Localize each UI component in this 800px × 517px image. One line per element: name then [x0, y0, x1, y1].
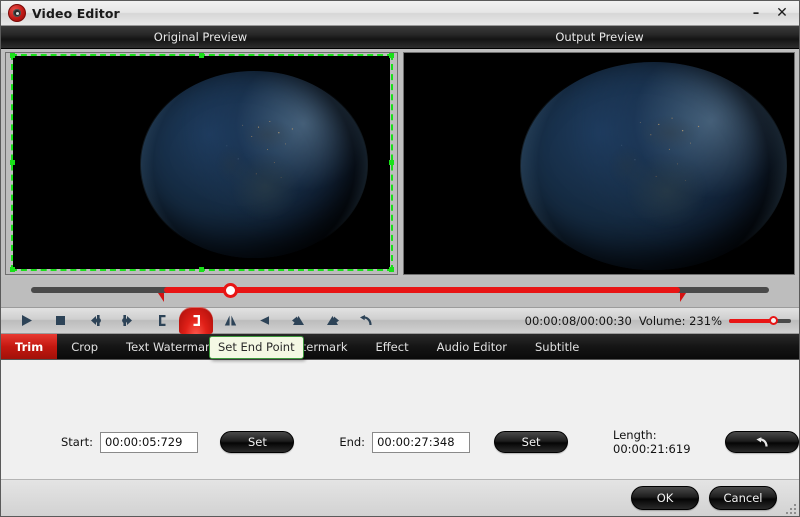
- rotate-left-icon[interactable]: [281, 307, 315, 334]
- preview-headers: Original Preview Output Preview: [1, 26, 799, 49]
- trim-panel: Start: Set End: Set Length: 00:00:21:619: [1, 360, 799, 480]
- volume-label: Volume: 231%: [639, 314, 722, 328]
- undo-arrow-icon: [754, 435, 771, 449]
- tooltip-set-end-point: Set End Point: [209, 336, 304, 359]
- cancel-button[interactable]: Cancel: [709, 486, 777, 510]
- start-label: Start:: [61, 435, 93, 449]
- window-title: Video Editor: [32, 6, 120, 21]
- output-preview-pane[interactable]: [403, 52, 796, 275]
- timeline-selection: [164, 287, 681, 293]
- toolbar-status-area: 00:00:08/00:00:30 Volume: 231%: [525, 314, 799, 328]
- earth-globe-original: [141, 71, 367, 258]
- stop-icon[interactable]: [43, 307, 77, 334]
- ok-button[interactable]: OK: [631, 486, 699, 510]
- close-button[interactable]: ✕: [769, 1, 795, 25]
- rotate-right-icon[interactable]: [315, 307, 349, 334]
- timeline-track[interactable]: [31, 287, 769, 293]
- timeline[interactable]: [1, 277, 799, 307]
- resize-grip[interactable]: [784, 502, 796, 514]
- tab-audio-editor[interactable]: Audio Editor: [423, 334, 521, 359]
- dialog-footer: OK Cancel: [1, 480, 799, 516]
- earth-globe-output: [521, 62, 787, 270]
- playback-toolbar: 00:00:08/00:00:30 Volume: 231%: [1, 307, 799, 334]
- previous-frame-icon[interactable]: [77, 307, 111, 334]
- end-label: End:: [339, 435, 365, 449]
- flip-vertical-icon[interactable]: [213, 307, 247, 334]
- set-start-button[interactable]: Set: [220, 431, 294, 453]
- landmass-overlay-output: [521, 62, 787, 270]
- reset-icon[interactable]: [349, 307, 383, 334]
- trim-controls-row: Start: Set End: Set Length: 00:00:21:619: [1, 428, 799, 456]
- film-reel-icon: [8, 4, 26, 22]
- tab-trim[interactable]: Trim: [1, 334, 57, 359]
- output-video-frame: [404, 53, 795, 274]
- reset-trim-button[interactable]: [725, 431, 799, 453]
- tab-effect[interactable]: Effect: [361, 334, 422, 359]
- set-end-point-icon[interactable]: [179, 307, 213, 334]
- trim-end-marker[interactable]: [680, 293, 686, 302]
- set-start-point-icon[interactable]: [145, 307, 179, 334]
- original-preview-label: Original Preview: [1, 26, 400, 48]
- tab-crop[interactable]: Crop: [57, 334, 112, 359]
- length-display: Length: 00:00:21:619: [613, 428, 713, 456]
- time-display: 00:00:08/00:00:30: [525, 314, 632, 328]
- preview-panes: [1, 49, 799, 277]
- editor-tab-bar: Trim Crop Text Watermark Image Watermark…: [1, 334, 799, 360]
- trim-start-marker[interactable]: [158, 293, 164, 302]
- next-frame-icon[interactable]: [111, 307, 145, 334]
- landmass-overlay: [141, 71, 367, 258]
- volume-slider[interactable]: [729, 314, 791, 328]
- start-time-input[interactable]: [100, 432, 198, 453]
- play-icon[interactable]: [9, 307, 43, 334]
- volume-knob[interactable]: [769, 316, 778, 325]
- flip-horizontal-icon[interactable]: [247, 307, 281, 334]
- title-bar: Video Editor – ✕: [1, 1, 799, 26]
- set-end-button[interactable]: Set: [494, 431, 568, 453]
- original-preview-pane[interactable]: [5, 52, 398, 275]
- timeline-playhead[interactable]: [223, 283, 238, 298]
- end-time-input[interactable]: [372, 432, 470, 453]
- original-video-frame: [13, 56, 390, 269]
- tab-subtitle[interactable]: Subtitle: [521, 334, 593, 359]
- output-preview-label: Output Preview: [400, 26, 799, 48]
- minimize-button[interactable]: –: [743, 1, 769, 25]
- video-editor-window: Video Editor – ✕ Original Preview Output…: [0, 0, 800, 517]
